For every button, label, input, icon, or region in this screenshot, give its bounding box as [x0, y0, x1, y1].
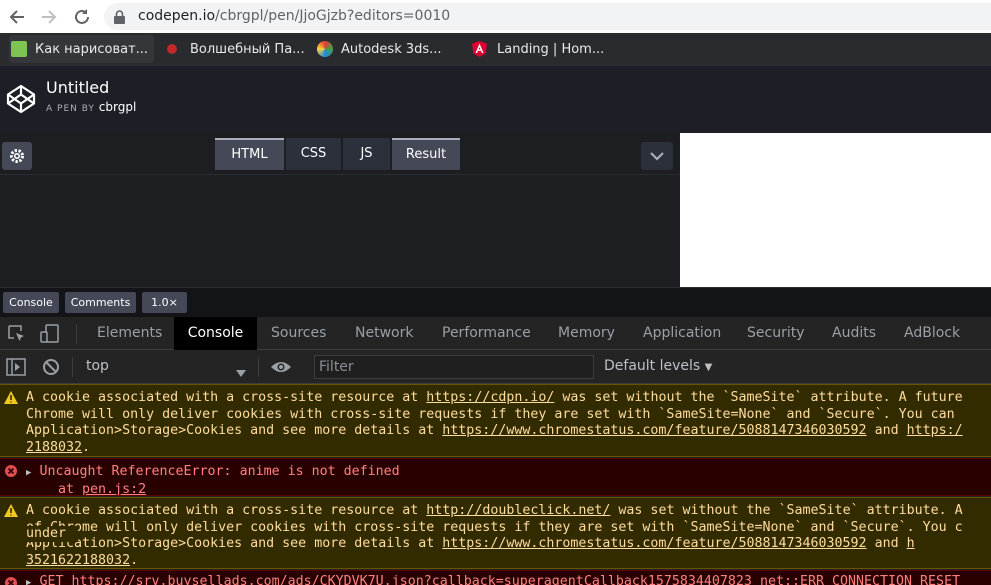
warning-text: A cookie associated with a cross-site re… — [26, 503, 963, 568]
log-levels-label: Default levels — [604, 358, 701, 374]
author-link[interactable]: cbrgpl — [99, 100, 137, 114]
device-toolbar-icon[interactable] — [40, 324, 60, 344]
tab-js[interactable]: JS — [343, 138, 390, 170]
codepen-logo-icon[interactable] — [6, 84, 36, 114]
expand-triangle-icon[interactable]: ▶ — [26, 578, 31, 585]
bookmark-label: Autodesk 3ds... — [341, 41, 442, 57]
console-messages: A cookie associated with a cross-site re… — [0, 384, 991, 585]
link-chromestatus[interactable]: https://www.chromestatus.com/feature/508… — [442, 536, 866, 551]
link-chromestatus[interactable]: https://www.chromestatus.com/feature/508… — [442, 423, 866, 438]
filter-placeholder: Filter — [319, 359, 354, 375]
link-buysellads[interactable]: https://srv.buysellads.com/ads/CKYDVK7U.… — [71, 574, 751, 585]
devtools-tabs: Elements Console Sources Network Perform… — [0, 317, 991, 350]
tab-html[interactable]: HTML — [215, 138, 284, 170]
devtools-tab-memory[interactable]: Memory — [558, 317, 615, 350]
console-button[interactable]: Console — [3, 292, 59, 313]
link-truncated[interactable]: https:/ — [907, 423, 963, 438]
back-arrow-icon[interactable] — [6, 6, 28, 28]
console-warning: A cookie associated with a cross-site re… — [0, 384, 991, 457]
angular-icon — [472, 41, 487, 57]
bookmark-label: Как нарисоват... — [35, 41, 149, 57]
warning-text: A cookie associated with a cross-site re… — [26, 390, 963, 455]
comments-button[interactable]: Comments — [65, 292, 136, 313]
url-path: /cbrgpl/pen/JjoGjzb?editors=0010 — [215, 8, 451, 24]
console-error: ▶ GET https://srv.buysellads.com/ads/CKY… — [0, 570, 991, 585]
error-text[interactable]: ▶ GET https://srv.buysellads.com/ads/CKY… — [26, 574, 960, 585]
editor-panel: HTML CSS JS Result — [0, 133, 680, 287]
pen-byline: A PEN BY cbrgpl — [46, 100, 136, 114]
zoom-button[interactable]: 1.0× — [142, 292, 187, 313]
bookmark-label: Landing | Hom... — [497, 41, 605, 57]
divider — [76, 324, 77, 344]
tab-result[interactable]: Result — [392, 138, 460, 170]
result-preview — [680, 133, 991, 287]
link-doubleclick[interactable]: http://doubleclick.net/ — [426, 503, 610, 518]
inspect-element-icon[interactable] — [8, 325, 26, 343]
warning-icon — [4, 504, 18, 517]
console-error: ▶ Uncaught ReferenceError: anime is not … — [0, 458, 991, 496]
warning-icon — [4, 391, 18, 404]
error-icon — [5, 465, 17, 477]
bookmark-favicon-green-icon — [11, 41, 27, 57]
pen-title[interactable]: Untitled — [46, 78, 109, 97]
bookmarks-bar: Как нарисоват... Волшебный Па... Autodes… — [0, 33, 991, 66]
url-text: codepen.io/cbrgpl/pen/JjoGjzb?editors=00… — [138, 8, 450, 24]
pen-footer: Console Comments 1.0× — [0, 287, 991, 317]
tab-css[interactable]: CSS — [286, 138, 341, 170]
devtools-tab-console[interactable]: Console — [174, 317, 257, 350]
url-input[interactable]: codepen.io/cbrgpl/pen/JjoGjzb?editors=00… — [104, 3, 991, 30]
warning-text-prefix: under — [26, 526, 78, 542]
expand-triangle-icon[interactable]: ▶ — [26, 468, 31, 478]
devtools-tab-network[interactable]: Network — [355, 317, 413, 350]
divider — [72, 357, 73, 377]
bookmark-item[interactable]: Autodesk 3ds... — [317, 35, 442, 63]
context-selector[interactable]: top — [86, 358, 109, 374]
dropdown-arrow-icon[interactable] — [236, 363, 246, 377]
reload-icon[interactable] — [71, 6, 93, 28]
devtools-tab-security[interactable]: Security — [747, 317, 805, 350]
byline-prefix: A PEN BY — [46, 104, 95, 114]
devtools-tab-application[interactable]: Application — [643, 317, 721, 350]
clear-console-icon[interactable] — [42, 358, 60, 376]
eye-icon[interactable] — [270, 359, 292, 375]
link-cdpn[interactable]: https://cdpn.io/ — [426, 390, 554, 405]
codepen-header: Untitled A PEN BY cbrgpl — [0, 66, 991, 133]
spider-icon — [164, 41, 180, 57]
error-icon — [5, 577, 17, 585]
link-pen-js[interactable]: pen.js:2 — [82, 482, 146, 496]
bookmark-item[interactable]: Как нарисоват... — [9, 35, 155, 63]
bookmark-item[interactable]: Landing | Hom... — [472, 35, 604, 63]
divider — [258, 357, 259, 377]
log-levels-dropdown[interactable]: Default levels ▼ — [604, 358, 712, 374]
settings-button[interactable] — [2, 142, 32, 170]
console-warning: A cookie associated with a cross-site re… — [0, 497, 991, 569]
devtools-tab-sources[interactable]: Sources — [271, 317, 326, 350]
autodesk-3ds-icon — [317, 41, 333, 57]
devtools-tab-audits[interactable]: Audits — [832, 317, 876, 350]
address-bar-row: codepen.io/cbrgpl/pen/JjoGjzb?editors=00… — [0, 0, 991, 33]
bookmark-item[interactable]: Волшебный Па... — [164, 35, 305, 63]
devtools-tab-performance[interactable]: Performance — [442, 317, 531, 350]
sidebar-toggle-icon[interactable] — [6, 358, 26, 376]
error-text[interactable]: ▶ Uncaught ReferenceError: anime is not … — [26, 464, 400, 496]
forward-arrow-icon[interactable] — [38, 6, 60, 28]
devtools-tab-elements[interactable]: Elements — [97, 317, 162, 350]
link-truncated[interactable]: h — [907, 536, 915, 551]
chevron-down-icon[interactable] — [641, 142, 673, 170]
devtools-tab-adblock[interactable]: AdBlock — [904, 317, 960, 350]
link-truncated-tail[interactable]: 3521622188032 — [26, 553, 130, 568]
bookmark-label: Волшебный Па... — [190, 41, 305, 57]
url-host: codepen.io — [138, 8, 216, 24]
editor-tabs-bar: HTML CSS JS Result — [0, 133, 680, 175]
link-truncated-tail[interactable]: 2188032 — [26, 440, 82, 455]
lock-icon — [114, 9, 125, 24]
console-toolbar: top Filter Default levels ▼ — [0, 350, 991, 384]
filter-input[interactable]: Filter — [314, 355, 594, 379]
